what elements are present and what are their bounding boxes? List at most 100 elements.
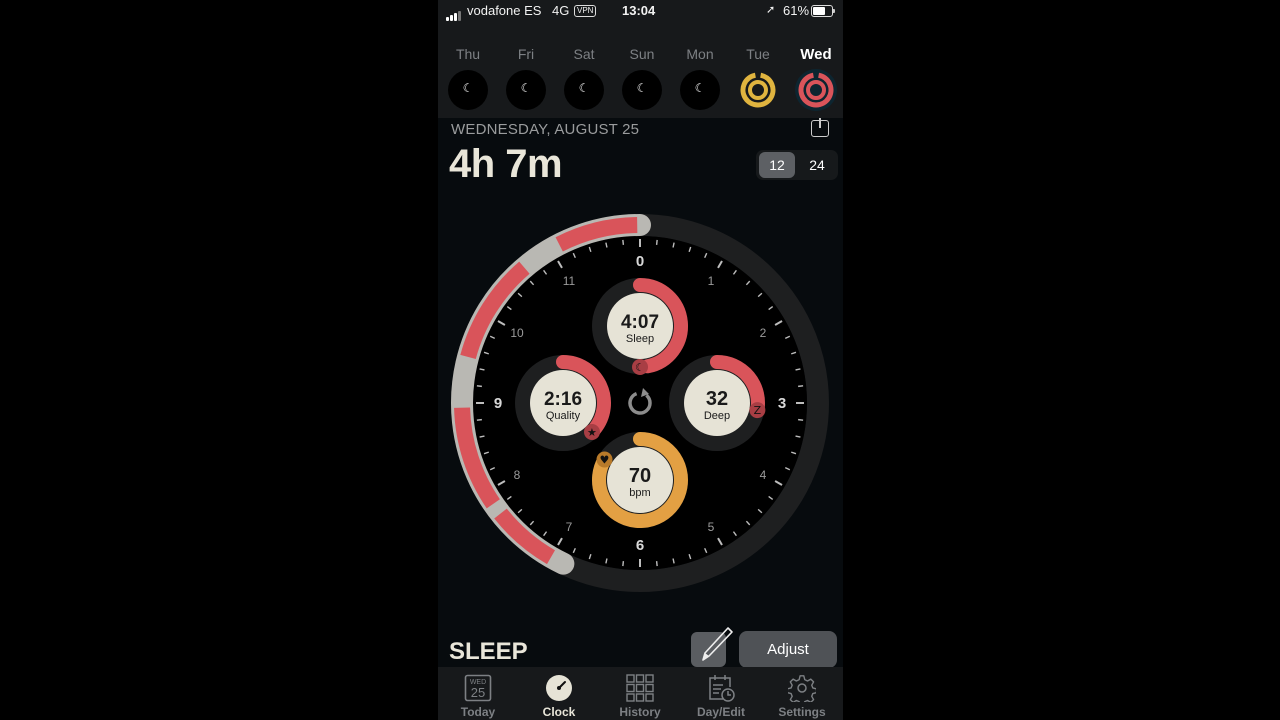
gauge-value: 4:07 bbox=[621, 312, 659, 333]
gauge-label: Deep bbox=[704, 410, 730, 422]
moon-icon: ☾ bbox=[578, 81, 590, 95]
clock-tick bbox=[798, 418, 804, 421]
gauge-label: bpm bbox=[629, 487, 650, 499]
clock-tick bbox=[798, 385, 804, 388]
moon-icon: ☾ bbox=[520, 81, 532, 95]
time-format-toggle: 12 24 bbox=[756, 150, 838, 180]
status-bar: vodafone ES 4G VPN 13:04 ➚ 61% bbox=[438, 0, 843, 22]
hour-label-2: 2 bbox=[760, 326, 767, 340]
hour-label-4: 4 bbox=[760, 468, 767, 482]
gauge-label: Quality bbox=[546, 410, 581, 422]
day-label: Wed bbox=[800, 46, 832, 63]
hour-label-9: 9 bbox=[494, 395, 502, 412]
hour-label-3: 3 bbox=[778, 395, 786, 412]
carrier-name: vodafone ES bbox=[467, 3, 542, 18]
day-empty-dot: ☾ bbox=[506, 70, 546, 110]
signal-icon bbox=[446, 6, 462, 21]
moon-icon: ☾ bbox=[462, 81, 474, 95]
clock-tick bbox=[622, 561, 625, 567]
clock-tick bbox=[476, 385, 482, 388]
outer-ring bbox=[740, 72, 776, 108]
gauge-deep[interactable]: 32Deep Z bbox=[669, 355, 766, 451]
adjust-button[interactable]: Adjust bbox=[739, 631, 837, 668]
gauge-value: 32 bbox=[706, 388, 728, 410]
week-strip: Thu ☾ Fri ☾ Sat ☾ Sun ☾ Mon ☾ Tue Wed bbox=[438, 22, 843, 118]
tab-history[interactable]: History bbox=[600, 667, 680, 720]
clock-tick bbox=[655, 561, 658, 567]
heart-icon-glyph: ♥ bbox=[600, 454, 610, 467]
total-sleep: 4h 7m bbox=[449, 142, 563, 186]
day-sat[interactable]: Sat ☾ bbox=[559, 46, 609, 110]
edit-button[interactable] bbox=[691, 627, 733, 667]
section-label: SLEEP bbox=[449, 638, 528, 665]
day-rings bbox=[795, 69, 837, 111]
clock-icon bbox=[546, 675, 572, 701]
phone-screen: vodafone ES 4G VPN 13:04 ➚ 61% Thu ☾ Fri ☾ S… bbox=[438, 0, 843, 720]
battery-percent: 61% bbox=[783, 3, 810, 18]
vpn-badge: VPN bbox=[574, 5, 597, 17]
today-icon-date: 25 bbox=[471, 685, 485, 700]
gear-icon bbox=[788, 675, 816, 702]
battery-icon bbox=[811, 5, 835, 17]
moon-icon-glyph: ☾ bbox=[635, 361, 645, 374]
day-rings bbox=[740, 72, 776, 108]
tab-label: Settings bbox=[778, 705, 826, 719]
tab-settings[interactable]: Settings bbox=[762, 667, 842, 720]
share-icon[interactable] bbox=[811, 118, 829, 137]
format-24-button[interactable]: 24 bbox=[799, 152, 835, 178]
day-label: Tue bbox=[746, 46, 770, 62]
clock-tick bbox=[622, 239, 625, 245]
hour-label-7: 7 bbox=[566, 520, 573, 534]
date-header: WEDNESDAY, AUGUST 25 bbox=[451, 121, 640, 138]
inner-ring bbox=[748, 80, 768, 100]
sleep-clock: 0 1 2 3 4 5 6 7 8 9 10 11 4:07Sleep ☾ 2:16Quality ★ 32De… bbox=[451, 214, 829, 592]
network-type: 4G bbox=[552, 3, 570, 18]
day-label: Fri bbox=[517, 46, 535, 62]
gauge-value: 2:16 bbox=[544, 389, 582, 410]
grid-icon bbox=[626, 674, 654, 702]
star-icon-glyph: ★ bbox=[587, 426, 597, 439]
day-fri[interactable]: Fri ☾ bbox=[501, 46, 551, 110]
day-empty-dot: ☾ bbox=[448, 70, 488, 110]
tab-day-edit[interactable]: Day/Edit bbox=[681, 667, 761, 720]
clock-tick bbox=[476, 418, 482, 421]
z-icon-glyph: Z bbox=[754, 404, 762, 417]
tab-label: History bbox=[619, 705, 661, 719]
hour-label-10: 10 bbox=[510, 326, 524, 340]
day-sun[interactable]: Sun ☾ bbox=[617, 46, 667, 110]
hour-label-5: 5 bbox=[708, 520, 715, 534]
gauge-label: Sleep bbox=[626, 333, 654, 345]
day-thu[interactable]: Thu ☾ bbox=[443, 46, 493, 110]
calendar-clock-icon bbox=[709, 675, 735, 702]
day-label: Sat bbox=[573, 46, 595, 62]
clock-tick bbox=[655, 239, 658, 245]
day-wed[interactable]: Wed bbox=[791, 46, 841, 112]
tab-label: Clock bbox=[542, 705, 576, 719]
pencil-icon bbox=[702, 627, 733, 661]
hour-label-11: 11 bbox=[563, 274, 576, 288]
hour-label-0: 0 bbox=[636, 253, 644, 270]
day-tue[interactable]: Tue bbox=[733, 46, 783, 112]
day-empty-dot: ☾ bbox=[680, 70, 720, 110]
format-12-button[interactable]: 12 bbox=[759, 152, 795, 178]
tab-today[interactable]: WED 25 Today bbox=[438, 667, 518, 720]
day-label: Thu bbox=[455, 46, 481, 62]
gauge-value: 70 bbox=[629, 465, 651, 487]
hour-label-8: 8 bbox=[514, 468, 521, 482]
day-empty-dot: ☾ bbox=[564, 70, 604, 110]
gauge-bpm[interactable]: 70bpm ♥ bbox=[592, 432, 688, 528]
status-time: 13:04 bbox=[622, 3, 656, 18]
location-arrow-icon: ➚ bbox=[766, 4, 776, 16]
gauge-quality[interactable]: 2:16Quality ★ bbox=[515, 355, 611, 451]
day-label: Sun bbox=[629, 46, 655, 62]
tab-clock[interactable]: Clock bbox=[519, 667, 599, 720]
hour-label-6: 6 bbox=[636, 537, 644, 554]
tab-bar: WED 25 Today Clock History Day/Edit Sett… bbox=[438, 667, 843, 720]
moon-icon: ☾ bbox=[636, 81, 648, 95]
day-label: Mon bbox=[686, 46, 714, 62]
moon-icon: ☾ bbox=[694, 81, 706, 95]
calendar-day-icon: WED 25 bbox=[464, 674, 492, 702]
tab-label: Today bbox=[460, 705, 496, 719]
day-mon[interactable]: Mon ☾ bbox=[675, 46, 725, 110]
day-empty-dot: ☾ bbox=[622, 70, 662, 110]
